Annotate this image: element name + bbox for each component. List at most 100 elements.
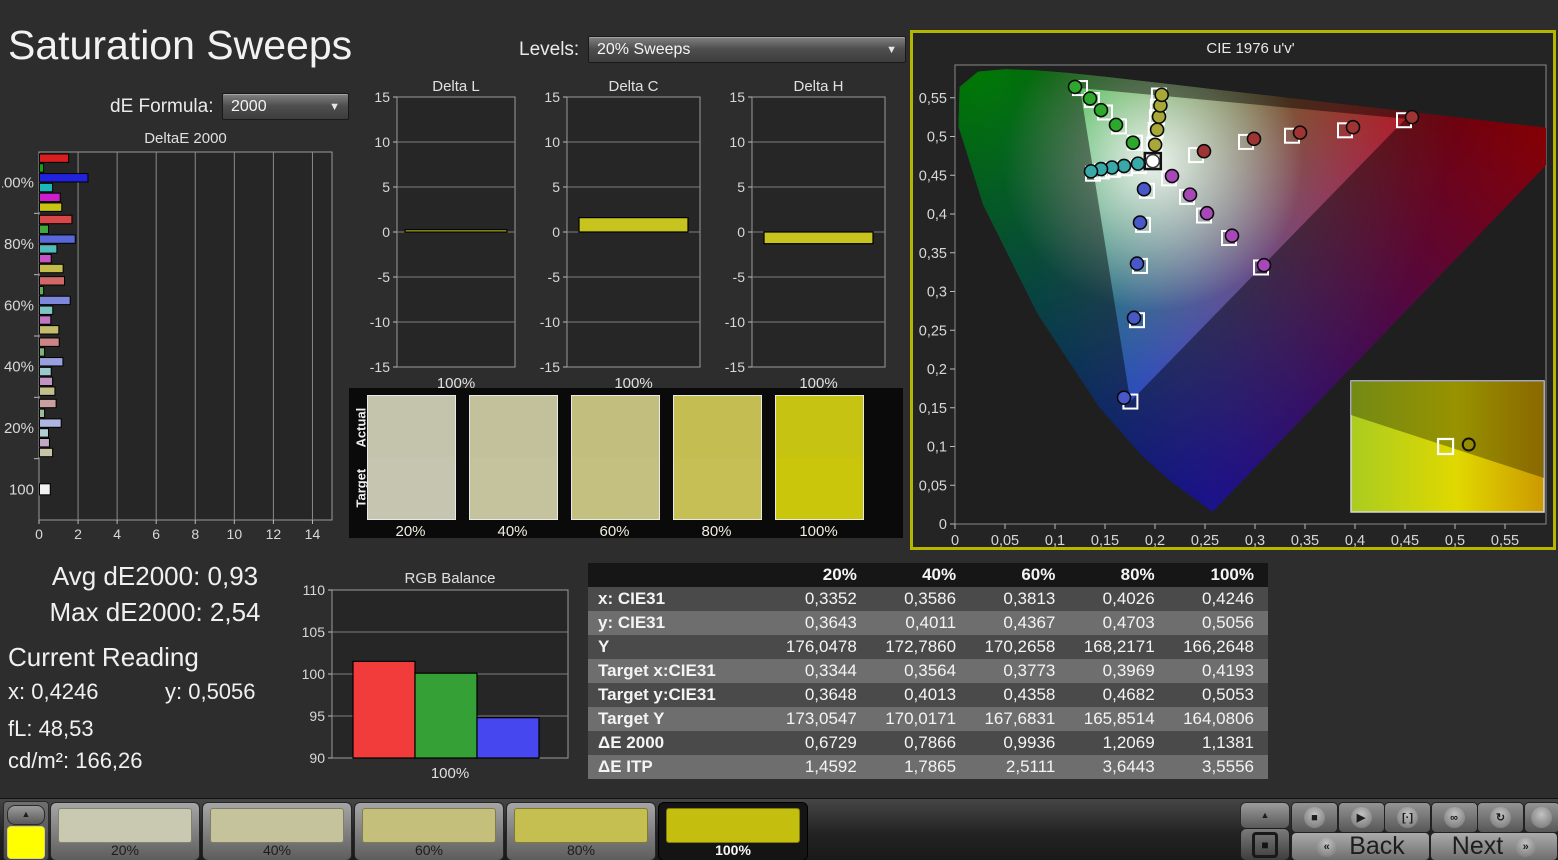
swatch-80% bbox=[673, 395, 762, 520]
svg-text:Delta H: Delta H bbox=[793, 78, 843, 95]
back-chevrons-icon: « bbox=[1316, 836, 1338, 857]
svg-text:60%: 60% bbox=[4, 297, 34, 314]
svg-text:100: 100 bbox=[302, 666, 326, 682]
delta-l-chart[interactable]: Delta L151050-5-10-15100% bbox=[347, 78, 517, 394]
table-cell: 0,4246 bbox=[1202, 589, 1254, 608]
svg-text:0,25: 0,25 bbox=[919, 323, 947, 339]
svg-text:-15: -15 bbox=[370, 359, 390, 375]
level-button-60%[interactable]: 60% bbox=[354, 802, 504, 860]
level-label: 40% bbox=[262, 842, 292, 858]
level-swatch bbox=[514, 808, 648, 843]
table-cell: 0,3344 bbox=[804, 661, 857, 680]
rgb-balance-chart[interactable]: RGB Balance 110 105 100 95 90 100% bbox=[298, 568, 580, 780]
level-swatch bbox=[58, 808, 192, 843]
swatch-column-label: 60% bbox=[599, 523, 630, 540]
svg-text:0,1: 0,1 bbox=[927, 440, 947, 456]
single-measure-button[interactable]: [·] bbox=[1384, 802, 1431, 833]
level-button-20%[interactable]: 20% bbox=[50, 802, 200, 860]
svg-text:DeltaE 2000: DeltaE 2000 bbox=[144, 130, 227, 147]
svg-text:5: 5 bbox=[552, 179, 560, 195]
de-formula-label: dE Formula: bbox=[110, 96, 214, 117]
table-row: x: CIE31 0,3352 0,3586 0,3813 0,4026 0,4246 bbox=[588, 587, 1268, 611]
table-row: y: CIE31 0,3643 0,4011 0,4367 0,4703 0,5056 bbox=[588, 611, 1268, 635]
svg-text:0,3: 0,3 bbox=[927, 285, 947, 301]
red-measured-marker bbox=[1196, 143, 1212, 159]
svg-text:15: 15 bbox=[729, 89, 745, 105]
delta-h-chart[interactable]: Delta H151050-5-10-15100% bbox=[700, 78, 887, 394]
svg-text:-15: -15 bbox=[540, 359, 560, 375]
current-patch-swatch bbox=[7, 826, 45, 859]
svg-text:0,35: 0,35 bbox=[1291, 533, 1319, 547]
single-window-button[interactable]: ■ bbox=[1240, 828, 1290, 860]
swatch-target bbox=[368, 457, 455, 519]
svg-text:0,35: 0,35 bbox=[919, 246, 947, 262]
extra-button[interactable] bbox=[1523, 802, 1558, 833]
yellow-measured-marker bbox=[1154, 87, 1169, 103]
chart-list-up-button[interactable]: ▲ bbox=[1240, 802, 1290, 829]
svg-text:40%: 40% bbox=[4, 359, 34, 376]
blue-measured-marker bbox=[1126, 310, 1142, 326]
continuous-measure-button[interactable]: ∞ bbox=[1430, 802, 1478, 833]
svg-text:Delta C: Delta C bbox=[608, 78, 658, 95]
table-cell: 0,3969 bbox=[1102, 661, 1155, 680]
svg-text:10: 10 bbox=[729, 134, 745, 150]
blue-measured-marker bbox=[1136, 181, 1152, 197]
svg-text:0,45: 0,45 bbox=[1391, 533, 1419, 547]
table-cell: 1,2069 bbox=[1102, 733, 1155, 752]
stop-button[interactable]: ■ bbox=[1291, 802, 1338, 833]
table-row: ΔE 2000 0,6729 0,7866 0,9936 1,2069 1,1381 bbox=[588, 731, 1268, 755]
deltae-2000-chart[interactable]: DeltaE 2000 0 2 4 6 8 10 12 14 100% 80% 60% 40% 20% 10… bbox=[2, 128, 338, 544]
next-chevrons-icon: » bbox=[1515, 836, 1537, 857]
table-cell: 0,4193 bbox=[1202, 661, 1254, 680]
refresh-icon: ↻ bbox=[1490, 807, 1511, 828]
table-cell: 0,3564 bbox=[904, 661, 957, 680]
magenta-measured-marker bbox=[1199, 205, 1215, 221]
table-cell: 0,4682 bbox=[1102, 685, 1155, 704]
de-formula-dropdown[interactable]: 2000 ▼ bbox=[222, 93, 349, 120]
extra-icon bbox=[1531, 807, 1552, 828]
table-cell: 0,4358 bbox=[1003, 685, 1056, 704]
levels-dropdown[interactable]: 20% Sweeps ▼ bbox=[588, 36, 906, 63]
patch-list-up-button[interactable]: ▲ bbox=[7, 805, 45, 825]
svg-text:110: 110 bbox=[303, 582, 326, 598]
app-window: Saturation Sweeps dE Formula: 2000 ▼ Lev… bbox=[0, 0, 1558, 860]
back-button[interactable]: « Back bbox=[1291, 832, 1430, 860]
table-row-label: Target y:CIE31 bbox=[598, 685, 716, 704]
svg-text:15: 15 bbox=[544, 89, 560, 105]
bottom-toolbar: ▲ 20% 40% 60% 80% 100% ▲ ■ ■ ▶ [·] ∞ ↻ «Back Next» bbox=[0, 798, 1558, 860]
red-measured-marker bbox=[1246, 131, 1262, 147]
cie-diagram-panel[interactable]: CIE 1976 u'v' 0 0,05 0,1 0,15 0,2 0,25 0,3 0,35 0… bbox=[910, 30, 1556, 550]
level-button-40%[interactable]: 40% bbox=[202, 802, 352, 860]
blue-measured-marker bbox=[1129, 256, 1145, 271]
level-button-100%[interactable]: 100% bbox=[658, 802, 808, 860]
next-button[interactable]: Next » bbox=[1430, 832, 1558, 860]
svg-text:100: 100 bbox=[9, 481, 34, 498]
red-measured-marker bbox=[1292, 125, 1308, 140]
play-button[interactable]: ▶ bbox=[1337, 802, 1385, 833]
table-row-label: Target Y bbox=[598, 709, 665, 728]
svg-text:0: 0 bbox=[939, 517, 947, 533]
swatch-target bbox=[572, 457, 659, 519]
magenta-measured-marker bbox=[1182, 187, 1198, 202]
table-cell: 1,4592 bbox=[804, 757, 857, 776]
current-fl-value: fL: 48,53 bbox=[8, 716, 94, 741]
table-cell: 0,3773 bbox=[1003, 661, 1056, 680]
delta-c-chart[interactable]: Delta C151050-5-10-15100% bbox=[515, 78, 702, 394]
green-measured-marker bbox=[1093, 102, 1109, 118]
green-measured-marker bbox=[1108, 117, 1124, 133]
swatch-actual bbox=[674, 396, 761, 457]
table-cell: 166,2648 bbox=[1183, 637, 1254, 656]
svg-text:90: 90 bbox=[309, 750, 325, 766]
level-swatch bbox=[362, 808, 496, 843]
level-button-80%[interactable]: 80% bbox=[506, 802, 656, 860]
table-cell: 1,1381 bbox=[1202, 733, 1254, 752]
svg-text:0,15: 0,15 bbox=[1091, 533, 1119, 547]
actual-target-swatch-panel[interactable]: Actual Target 20% 40% 60% 80% 100% bbox=[349, 388, 903, 540]
svg-text:0,3: 0,3 bbox=[1245, 533, 1265, 547]
svg-text:-5: -5 bbox=[548, 269, 561, 285]
svg-text:0,5: 0,5 bbox=[927, 130, 947, 146]
table-cell: 2,5111 bbox=[1005, 757, 1056, 776]
svg-text:Delta L: Delta L bbox=[432, 78, 480, 95]
table-cell: 0,4367 bbox=[1003, 613, 1056, 632]
refresh-button[interactable]: ↻ bbox=[1477, 802, 1524, 833]
